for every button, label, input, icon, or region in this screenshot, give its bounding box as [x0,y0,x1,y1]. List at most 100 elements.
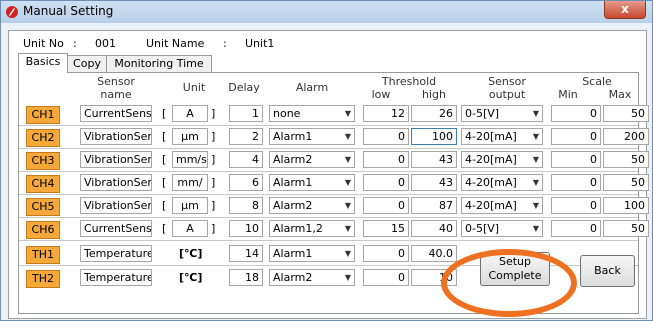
scale-max-input[interactable]: 50 [603,220,649,237]
delay-input[interactable]: 6 [229,174,263,191]
alarm-select[interactable]: Alarm2 ▼ [269,269,355,286]
delay-input[interactable]: 8 [229,197,263,214]
header-threshold: Threshold [381,75,437,88]
threshold-low-input[interactable]: 0 [363,197,409,214]
channel-button[interactable]: CH4 [26,175,60,193]
unit-bracket-open: [ [162,222,167,235]
unit-input[interactable]: A [172,105,208,122]
alarm-select[interactable]: Alarm1,2 ▼ [269,220,355,237]
sensor-output-select[interactable]: 0-5[V] ▼ [461,105,543,122]
threshold-high-input[interactable]: 43 [411,174,457,191]
unit-input[interactable]: mm/ [172,174,208,191]
scale-min-input[interactable]: 0 [551,105,601,122]
scale-min-input[interactable]: 0 [551,128,601,145]
header-high: high [422,88,446,101]
unit-label: [℃] [179,271,203,284]
scale-min-input[interactable]: 0 [551,220,601,237]
chevron-down-icon: ▼ [344,249,351,258]
sensor-output-value: 4-20[mA] [465,153,517,166]
alarm-select[interactable]: Alarm2 ▼ [269,151,355,168]
alarm-select[interactable]: Alarm2 ▼ [269,197,355,214]
delay-input[interactable]: 4 [229,151,263,168]
channel-button[interactable]: CH2 [26,129,60,147]
scale-min-input[interactable]: 0 [551,174,601,191]
scale-max-input[interactable]: 50 [603,174,649,191]
back-button[interactable]: Back [580,255,635,287]
table-row: CH1 CurrentSens [ A ] 1 none ▼ 12 26 0-5[… [19,103,649,126]
header-delay: Delay [228,81,260,94]
channel-button[interactable]: CH5 [26,198,60,216]
table-row: CH2 VibrationSer [ μm ] 2 Alarm1 ▼ 0 100 … [19,126,649,149]
sensor-name-input[interactable]: CurrentSens [80,220,152,237]
channel-button[interactable]: TH2 [26,270,60,288]
scale-max-input[interactable]: 200 [603,128,649,145]
alarm-select[interactable]: Alarm1 ▼ [269,245,355,262]
scale-max-input[interactable]: 100 [603,197,649,214]
unit-bracket-close: ] [211,153,216,166]
threshold-high-input[interactable]: 40 [411,220,457,237]
scale-min-input[interactable]: 0 [551,197,601,214]
threshold-low-input[interactable]: 0 [363,269,409,286]
sensor-output-value: 0-5[V] [465,107,500,120]
sensor-name-input[interactable]: VibrationSer [80,197,152,214]
sensor-name-input[interactable]: Temperature [80,245,152,262]
alarm-value: Alarm1 [273,176,313,189]
delay-input[interactable]: 18 [229,269,263,286]
tab-monitoring-time[interactable]: Monitoring Time [106,55,212,72]
unit-input[interactable]: mm/s [172,151,208,168]
threshold-low-input[interactable]: 0 [363,245,409,262]
sensor-output-select[interactable]: 4-20[mA] ▼ [461,174,543,191]
sensor-name-input[interactable]: Temperature [80,269,152,286]
threshold-low-input[interactable]: 0 [363,151,409,168]
threshold-high-input[interactable]: 100 [411,128,457,145]
unit-input[interactable]: μm [172,128,208,145]
chevron-down-icon: ▼ [344,178,351,187]
channel-button[interactable]: TH1 [26,246,60,264]
unit-input[interactable]: μm [172,197,208,214]
delay-input[interactable]: 14 [229,245,263,262]
scale-max-input[interactable]: 50 [603,105,649,122]
delay-input[interactable]: 10 [229,220,263,237]
alarm-value: Alarm1 [273,130,313,143]
sensor-output-select[interactable]: 4-20[mA] ▼ [461,128,543,145]
table-row: CH5 VibrationSer [ μm ] 8 Alarm2 ▼ 0 87 4… [19,195,649,218]
manual-setting-window: Manual Setting x Unit No : 001 Unit Name… [0,0,653,321]
threshold-low-input[interactable]: 0 [363,128,409,145]
threshold-low-input[interactable]: 12 [363,105,409,122]
close-button[interactable]: x [604,1,646,19]
threshold-high-input[interactable]: 26 [411,105,457,122]
threshold-high-input[interactable]: 40.0 [411,245,457,262]
tab-basics[interactable]: Basics [18,53,68,73]
sensor-output-select[interactable]: 0-5[V] ▼ [461,220,543,237]
sensor-output-value: 4-20[mA] [465,176,517,189]
alarm-select[interactable]: Alarm1 ▼ [269,174,355,191]
sensor-output-select[interactable]: 4-20[mA] ▼ [461,197,543,214]
threshold-high-input[interactable]: 87 [411,197,457,214]
threshold-low-input[interactable]: 15 [363,220,409,237]
sensor-name-input[interactable]: VibrationSer [80,151,152,168]
unit-name-colon: : [223,37,227,50]
alarm-select[interactable]: Alarm1 ▼ [269,128,355,145]
tab-copy[interactable]: Copy [66,55,108,72]
sensor-name-input[interactable]: CurrentSens [80,105,152,122]
unit-no-value: 001 [95,37,116,50]
channel-button[interactable]: CH3 [26,152,60,170]
chevron-down-icon: ▼ [344,224,351,233]
sensor-output-select[interactable]: 4-20[mA] ▼ [461,151,543,168]
unit-bracket-close: ] [211,130,216,143]
delay-input[interactable]: 1 [229,105,263,122]
alarm-value: Alarm2 [273,199,313,212]
sensor-name-input[interactable]: VibrationSer [80,174,152,191]
scale-max-input[interactable]: 50 [603,151,649,168]
sensor-name-input[interactable]: VibrationSer [80,128,152,145]
threshold-high-input[interactable]: 43 [411,151,457,168]
sensor-output-value: 0-5[V] [465,222,500,235]
channel-button[interactable]: CH6 [26,221,60,239]
channel-button[interactable]: CH1 [26,106,60,124]
alarm-select[interactable]: none ▼ [269,105,355,122]
delay-input[interactable]: 2 [229,128,263,145]
alarm-value: Alarm1 [273,247,313,260]
scale-min-input[interactable]: 0 [551,151,601,168]
threshold-low-input[interactable]: 0 [363,174,409,191]
unit-input[interactable]: A [172,220,208,237]
